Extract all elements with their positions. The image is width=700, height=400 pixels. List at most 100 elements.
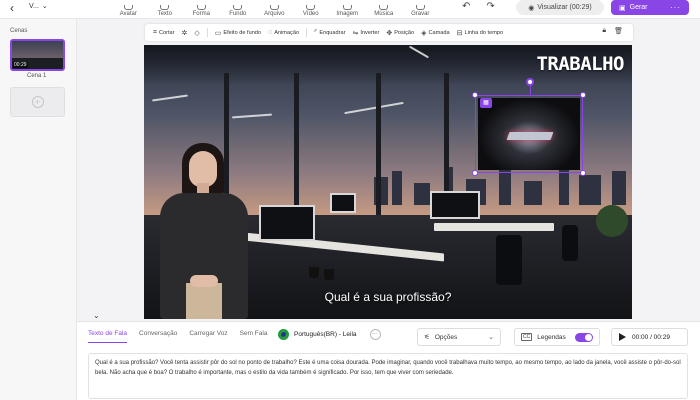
image-icon — [342, 5, 352, 10]
layer-button[interactable]: ◈ Camada — [421, 29, 450, 37]
thumbnail-image — [12, 41, 63, 58]
trash-icon[interactable]: 🗑︎ — [614, 27, 623, 35]
tool-text[interactable]: Texto — [147, 0, 184, 19]
timeline-button[interactable]: ⊟ Linha do tempo — [457, 29, 503, 37]
selected-image-element[interactable]: ▦ — [472, 78, 586, 176]
frame-label: Enquadrar — [319, 29, 346, 36]
redo-icon[interactable]: ↷ — [486, 1, 494, 12]
laptop-shape — [506, 132, 554, 140]
background-effect-label: Efeito de fundo — [223, 29, 262, 36]
video-canvas[interactable]: TRABALHO ▦ Qual é a sua profissão? — [144, 45, 632, 319]
background-effect-icon: ▭ — [214, 29, 222, 37]
shape-icon — [196, 5, 206, 10]
tool-nav: Avatar Texto Forma Fundo Arquivo Vídeo I… — [110, 0, 439, 19]
scene-thumbnail[interactable]: 00:29 — [10, 39, 65, 71]
subtitles-label: Legendas — [537, 333, 566, 341]
audio-player: 00:00 / 00:29 — [611, 328, 688, 346]
rotate-line — [530, 86, 531, 96]
tool-music[interactable]: Música — [366, 0, 403, 19]
tool-image[interactable]: Imagem — [329, 0, 366, 19]
more-dots-icon[interactable]: ··· — [369, 329, 381, 340]
resize-handle[interactable] — [580, 92, 586, 98]
generate-label: Gerar — [629, 4, 648, 11]
plant — [596, 205, 628, 237]
laptop-image — [478, 98, 580, 170]
add-scene-button[interactable]: + — [10, 87, 65, 117]
undo-icon[interactable]: ↶ — [462, 1, 470, 12]
voice-selector[interactable]: Português(BR) - Leila ··· — [278, 329, 381, 340]
tool-video[interactable]: Vídeo — [293, 0, 330, 19]
project-title: V... — [29, 2, 39, 10]
office-monitor — [259, 205, 315, 241]
fx-button[interactable]: ✲ — [182, 29, 188, 37]
tab-no-speech[interactable]: Sem Fala — [240, 330, 268, 343]
tab-conversation[interactable]: Conversação — [139, 330, 177, 343]
flip-button[interactable]: ⇋ Inverter — [352, 29, 379, 37]
tool-record[interactable]: Gravar — [402, 0, 439, 19]
tool-label: Fundo — [229, 11, 247, 17]
preview-button[interactable]: ◉ Visualizar (00:29) — [516, 0, 604, 15]
rotate-handle[interactable] — [526, 78, 534, 86]
file-icon — [269, 5, 279, 10]
scene-label: Cena 1 — [27, 73, 47, 79]
tool-label: Arquivo — [264, 11, 285, 17]
title-text-element[interactable]: TRABALHO — [536, 53, 624, 75]
tool-label: Texto — [157, 11, 172, 17]
options-label: Opções — [434, 333, 458, 341]
flip-icon: ⇋ — [352, 29, 359, 37]
speech-text-input[interactable]: Qual é a sua profissão? Você tenta assis… — [88, 353, 688, 399]
tool-file[interactable]: Arquivo — [256, 0, 293, 19]
more-icon[interactable]: ··· — [670, 3, 681, 12]
layer-label: Camada — [428, 29, 450, 36]
chevron-down-icon: ⌄ — [41, 3, 48, 10]
resize-handle[interactable] — [472, 170, 478, 176]
tab-upload-voice[interactable]: Carregar Voz — [189, 330, 227, 343]
speech-panel: Texto de Fala Conversação Carregar Voz S… — [77, 321, 700, 400]
coffee-mug — [324, 269, 334, 280]
divider — [206, 28, 208, 37]
cc-icon: CC — [521, 333, 533, 341]
generate-button[interactable]: ▣ Gerar ··· — [611, 0, 689, 15]
resize-handle[interactable] — [580, 170, 586, 176]
window-frame — [376, 73, 381, 223]
crop-button[interactable]: ⌗ Cortar — [153, 29, 175, 37]
tool-label: Música — [374, 11, 394, 17]
back-arrow-icon[interactable]: ‹ — [10, 1, 14, 15]
play-icon[interactable] — [619, 333, 626, 341]
voice-name: Português(BR) - Leila — [294, 331, 357, 338]
tool-label: Avatar — [119, 11, 137, 17]
project-name[interactable]: V... ⌄ — [29, 2, 48, 11]
options-dropdown[interactable]: ⚟ Opções ⌄ — [417, 328, 501, 346]
frame-button[interactable]: ⌜ Enquadrar — [314, 29, 345, 37]
position-button[interactable]: ✥ Posição — [386, 29, 414, 37]
context-toolbar: ⌗ Cortar ✲ ◇ ▭ Efeito de fundo ◌ Animação ⌜… — [145, 24, 633, 41]
save-icon: ▣ — [619, 4, 626, 12]
coffee-mug — [309, 267, 319, 278]
divider — [306, 28, 308, 37]
tool-avatar[interactable]: Avatar — [110, 0, 147, 19]
animation-button[interactable]: ◌ Animação — [268, 29, 299, 36]
scenes-title: Cenas — [10, 28, 28, 34]
scenes-panel: Cenas 00:29 Cena 1 + — [0, 19, 77, 400]
collapse-chevron-icon[interactable]: ⌄ — [93, 311, 100, 320]
video-icon — [306, 5, 316, 10]
tool-background[interactable]: Fundo — [220, 0, 257, 19]
record-icon — [415, 5, 425, 10]
resize-handle[interactable] — [472, 92, 478, 98]
tab-text-to-speech[interactable]: Texto de Fala — [88, 330, 128, 343]
sliders-icon: ⚟ — [424, 334, 430, 341]
subtitles-toggle[interactable] — [575, 333, 593, 342]
subtitle-caption[interactable]: Qual é a sua profissão? — [144, 290, 632, 304]
move-icon: ✥ — [386, 29, 393, 37]
tool-label: Gravar — [411, 11, 430, 17]
office-desk — [434, 223, 554, 231]
avatar-face — [189, 151, 217, 187]
eye-icon: ◉ — [528, 4, 535, 12]
office-monitor — [330, 193, 356, 213]
animation-icon: ◌ — [268, 29, 273, 36]
lock-icon[interactable]: 🔒︎ — [602, 27, 606, 35]
drop-button[interactable]: ◇ — [194, 29, 199, 37]
background-effect-button[interactable]: ▭ Efeito de fundo — [215, 29, 261, 37]
tool-shape[interactable]: Forma — [183, 0, 220, 19]
crop-label: Cortar — [158, 29, 175, 36]
